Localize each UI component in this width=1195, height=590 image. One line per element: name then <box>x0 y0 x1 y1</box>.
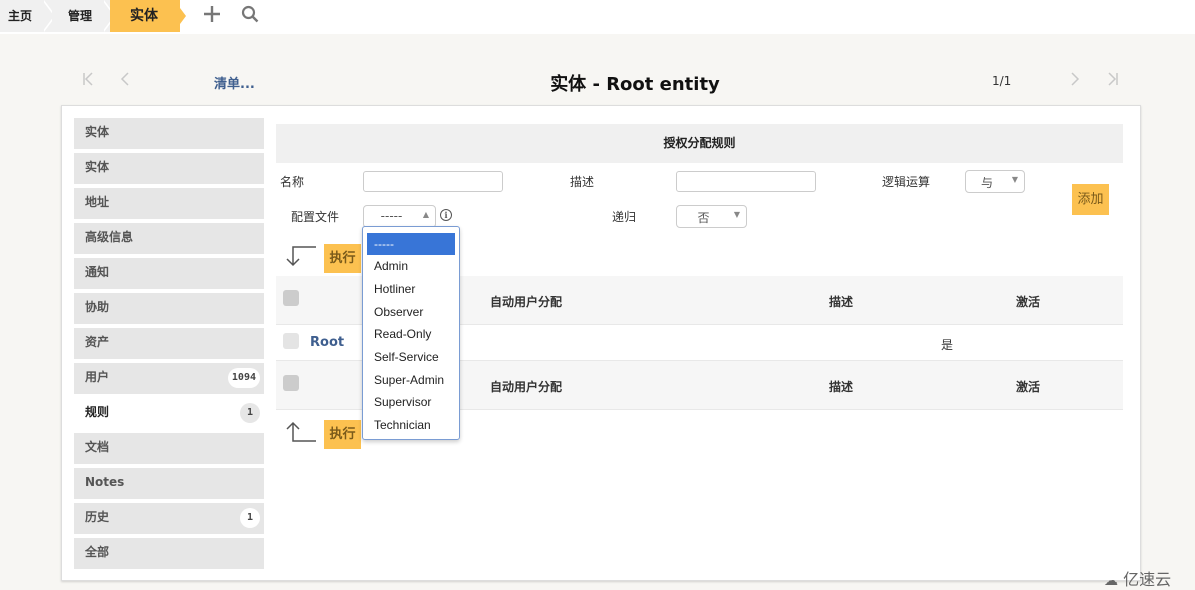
sidebar-item-label: 实体 <box>85 160 110 174</box>
sidebar-item-address[interactable]: 地址 <box>74 188 264 219</box>
dropdown-option[interactable]: Technician <box>367 414 455 436</box>
name-input[interactable] <box>363 171 503 192</box>
dropdown-option[interactable]: Self-Service <box>367 346 455 368</box>
sidebar-item-entity[interactable]: 实体 <box>74 118 264 149</box>
sidebar-item-label: 协助 <box>85 300 110 314</box>
count-badge: 1 <box>240 508 260 528</box>
select-value: 否 <box>697 211 710 225</box>
pager-count: 1/1 <box>992 74 1012 88</box>
profile-select[interactable]: ----- ▲ <box>363 205 436 228</box>
arrow-up-left-icon <box>283 421 317 449</box>
logic-operator-select[interactable]: 与 ▼ <box>965 170 1025 193</box>
section-title: 授权分配规则 <box>276 124 1123 163</box>
sidebar-item-label: 资产 <box>85 335 110 349</box>
cloud-logo-icon: ☁ <box>1104 573 1118 589</box>
select-value: ----- <box>380 209 403 223</box>
sidebar-item-documents[interactable]: 文档 <box>74 433 264 464</box>
active-value: 是 <box>941 338 954 352</box>
sidebar-item-entities[interactable]: 实体 <box>74 153 264 184</box>
recursive-label: 递归 <box>612 210 637 224</box>
logic-operator-label: 逻辑运算 <box>882 175 931 189</box>
page-title: 实体 - Root entity <box>550 74 720 95</box>
sidebar-item-label: 文档 <box>85 440 110 454</box>
sidebar-item-rules[interactable]: 规则 1 <box>74 398 264 429</box>
name-label: 名称 <box>280 175 305 189</box>
sidebar-item-label: 规则 <box>85 405 110 419</box>
dropdown-option[interactable]: Admin <box>367 255 455 277</box>
last-page-icon[interactable] <box>1107 72 1119 90</box>
add-button[interactable]: 添加 <box>1072 184 1109 215</box>
sidebar-item-label: 用户 <box>85 370 110 384</box>
caret-up-icon: ▲ <box>422 210 429 219</box>
sidebar-item-label: 高级信息 <box>85 230 134 244</box>
execute-button-top[interactable]: 执行 <box>324 244 361 273</box>
column-header[interactable]: 描述 <box>829 378 853 395</box>
dropdown-option[interactable]: Hotliner <box>367 278 455 300</box>
sidebar-item-advanced[interactable]: 高级信息 <box>74 223 264 254</box>
sidebar-item-label: 实体 <box>85 125 110 139</box>
column-header[interactable]: 自动用户分配 <box>490 293 562 310</box>
breadcrumb-separator <box>174 0 186 32</box>
column-header[interactable]: 激活 <box>1016 378 1040 395</box>
sidebar-item-history[interactable]: 历史 1 <box>74 503 264 534</box>
profile-dropdown-menu: ----- Admin Hotliner Observer Read-Only … <box>362 226 460 440</box>
sidebar-item-label: 通知 <box>85 265 110 279</box>
dropdown-option[interactable]: Super-Admin <box>367 369 455 391</box>
sidebar-item-label: 历史 <box>85 510 110 524</box>
sidebar-item-notes[interactable]: Notes <box>74 468 264 499</box>
count-badge: 1094 <box>227 368 260 388</box>
dropdown-option[interactable]: ----- <box>367 233 455 255</box>
sidebar-item-label: 全部 <box>85 545 110 559</box>
info-icon[interactable]: i <box>440 209 452 221</box>
sidebar-item-label: 地址 <box>85 195 110 209</box>
sidebar-item-all[interactable]: 全部 <box>74 538 264 569</box>
select-all-checkbox[interactable] <box>283 290 299 306</box>
breadcrumb-bar: 主页 管理 实体 <box>0 0 1195 34</box>
column-header[interactable]: 描述 <box>829 293 853 310</box>
caret-down-icon: ▼ <box>733 210 740 219</box>
sidebar-item-label: Notes <box>85 475 125 489</box>
column-header[interactable]: 激活 <box>1016 293 1040 310</box>
description-input[interactable] <box>676 171 816 192</box>
watermark-text: 亿速云 <box>1123 570 1172 589</box>
breadcrumb-entity[interactable]: 实体 <box>110 0 180 32</box>
next-page-icon[interactable] <box>1070 72 1080 90</box>
arrow-down-left-icon <box>283 245 317 273</box>
sidebar-item-users[interactable]: 用户 1094 <box>74 363 264 394</box>
watermark: ☁ 亿速云 <box>1104 566 1171 590</box>
recursive-select[interactable]: 否 ▼ <box>676 205 747 228</box>
dropdown-option[interactable]: Observer <box>367 301 455 323</box>
sidebar-item-assets[interactable]: 资产 <box>74 328 264 359</box>
plus-icon[interactable] <box>200 4 224 28</box>
sidebar-item-assistance[interactable]: 协助 <box>74 293 264 324</box>
select-all-checkbox[interactable] <box>283 375 299 391</box>
select-value: 与 <box>980 176 993 190</box>
main-card: 实体 实体 地址 高级信息 通知 协助 资产 用户 1094 规则 1 文档 Not… <box>61 105 1141 581</box>
row-checkbox[interactable] <box>283 333 299 349</box>
search-icon[interactable] <box>238 4 262 28</box>
sidebar: 实体 实体 地址 高级信息 通知 协助 资产 用户 1094 规则 1 文档 Not… <box>74 118 264 573</box>
column-header[interactable]: 自动用户分配 <box>490 378 562 395</box>
caret-down-icon: ▼ <box>1011 175 1018 184</box>
description-label: 描述 <box>570 175 595 189</box>
rules-panel: 授权分配规则 名称 描述 逻辑运算 与 ▼ 添加 配置文件 ----- ▲ i … <box>276 124 1123 449</box>
sidebar-item-notifications[interactable]: 通知 <box>74 258 264 289</box>
dropdown-option[interactable]: Supervisor <box>367 391 455 413</box>
execute-button-bottom[interactable]: 执行 <box>324 420 361 449</box>
count-badge: 1 <box>240 403 260 423</box>
dropdown-option[interactable]: Read-Only <box>367 323 455 345</box>
rule-name-link[interactable]: Root <box>310 335 344 350</box>
profile-label: 配置文件 <box>291 210 340 224</box>
